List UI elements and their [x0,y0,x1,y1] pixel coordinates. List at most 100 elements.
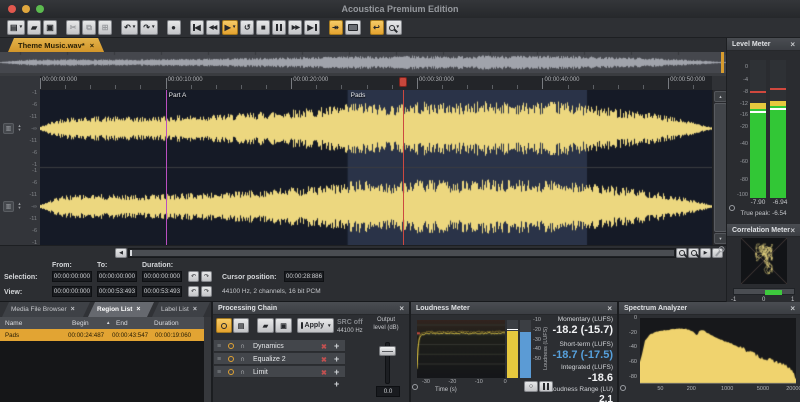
open-button[interactable]: ▰ [27,20,41,35]
overview-view-edge[interactable] [721,52,724,73]
go-to-end-button[interactable]: ▶ [304,20,319,35]
effect-name[interactable]: Dynamics [253,343,284,350]
col-duration[interactable]: Duration [154,320,179,327]
pause-button[interactable] [272,20,286,35]
go-to-start-button[interactable]: ◀ [190,20,204,35]
add-effect-button[interactable]: + [334,341,339,351]
effect-row-limit[interactable]: ≡∩Limit✖+ [214,366,345,378]
redo-button[interactable]: ↷▾ [140,20,157,35]
selection-duration-field[interactable]: 00:00:00:000 [142,271,182,282]
marker-line-part-a[interactable] [166,90,167,245]
region-list-scrollbar[interactable] [204,317,211,402]
apply-button[interactable]: Apply ▾ [297,318,334,333]
chain-save-button[interactable]: ▣ [275,318,292,333]
fast-forward-button[interactable]: ▶▶ [288,20,302,35]
add-effect-button[interactable]: + [334,354,339,364]
zoom-menu-button[interactable]: ▶ [700,248,711,258]
close-icon[interactable]: × [790,226,795,235]
add-effect-button[interactable]: + [334,379,339,389]
output-level-value[interactable]: 0.0 [376,386,400,397]
remove-effect-button[interactable]: ✖ [321,343,327,351]
cursor-position-field[interactable]: 00:00:28:886 [284,271,324,282]
col-end[interactable]: End [116,320,128,327]
selection-undo-button[interactable]: ↶ [188,271,199,282]
cut-button[interactable]: ✂ [66,20,80,35]
close-icon[interactable]: × [607,304,612,313]
record-button[interactable]: ● [167,20,181,35]
new-file-button[interactable]: ▤▾ [7,20,25,35]
editor-settings-button[interactable] [712,248,723,258]
close-icon[interactable]: × [193,306,197,313]
output-fader-thumb[interactable] [379,346,396,356]
from-header: From: [52,262,72,269]
correlation-meter-header: Correlation Meter × [727,224,800,237]
close-icon[interactable]: × [136,306,140,313]
effect-name[interactable]: Equalize 2 [253,356,286,363]
overview-strip[interactable] [0,52,727,73]
effect-name[interactable]: Limit [253,369,268,376]
channel-2-button[interactable]: ▥ [3,201,14,212]
tab-region-list[interactable]: Region List× [88,302,154,317]
waveform-editor[interactable]: Part A Pads [40,90,712,245]
effect-row-dynamics[interactable]: ≡∩Dynamics✖+ [214,340,345,352]
tab-label-list[interactable]: Label List× [152,302,210,317]
close-icon[interactable]: × [790,304,795,313]
paste-button[interactable]: ⊞ [98,20,112,35]
loop-playback-button[interactable]: ↺ [240,20,254,35]
save-button[interactable]: ▣ [43,20,57,35]
scroll-left-button[interactable]: ◀ [115,248,127,258]
view-to-field[interactable]: 00:00:53:493 [97,286,137,297]
channel-1-button[interactable]: ▥ [3,123,14,134]
zoom-tool-button[interactable]: ▾ [386,20,403,35]
add-effect-button[interactable]: + [334,367,339,377]
stop-button[interactable]: ■ [256,20,270,35]
view-duration-field[interactable]: 00:00:53:493 [142,286,182,297]
level-meter-title: Level Meter [732,41,771,48]
col-begin[interactable]: Begin [72,320,89,327]
close-icon[interactable]: × [399,304,404,313]
selection-to-field[interactable]: 00:00:00:000 [97,271,137,282]
remove-effect-button[interactable]: ✖ [321,356,327,364]
effect-power-button[interactable] [228,343,234,349]
horizontal-scroll-thumb[interactable] [130,250,674,256]
zoom-in-button[interactable] [676,248,687,258]
close-icon[interactable]: × [790,40,795,49]
effect-row-equalize-2[interactable]: ≡∩Equalize 2✖+ [214,353,345,365]
marker-label-part-a[interactable]: Part A [169,92,187,99]
chain-open-button[interactable]: ▰ [257,318,274,333]
effect-power-button[interactable] [228,369,234,375]
chain-new-button[interactable]: ▤ [233,318,249,333]
marker-label-pads[interactable]: Pads [351,92,366,99]
effect-power-button[interactable] [228,356,234,362]
tab-media-file-browser[interactable]: Media File Browser× [2,302,90,317]
spectrum-x-tick: 5000 [754,386,772,392]
monitor-button[interactable] [345,20,361,35]
view-from-field[interactable]: 00:00:00:000 [52,286,92,297]
playhead-flag[interactable] [399,77,407,87]
close-icon[interactable]: × [71,306,75,313]
horizontal-scrollbar[interactable] [128,248,676,258]
scrub-playback-button[interactable]: ↠ [329,20,343,35]
tab-theme-music[interactable]: Theme Music.wav* × [8,38,104,52]
ruler-corner [0,76,40,90]
play-button[interactable]: ▶▾ [222,20,239,35]
cursor-line[interactable] [403,90,404,245]
vertical-scrollbar[interactable]: ▲ ▼ [712,90,727,245]
chain-power-button[interactable] [216,318,232,333]
view-undo-button[interactable]: ↶ [188,286,199,297]
region-row-pads[interactable]: Pads 00:00:24:487 00:00:43:547 00:00:19:… [0,329,204,341]
remove-effect-button[interactable]: ✖ [321,369,327,377]
undo-button[interactable]: ↶▾ [121,20,138,35]
copy-button[interactable]: ⧉ [82,20,96,35]
loop-selection-button[interactable]: ↩ [370,20,384,35]
close-icon[interactable]: × [90,41,94,50]
col-name[interactable]: Name [5,320,22,327]
view-redo-button[interactable]: ↷ [201,286,212,297]
rewind-button[interactable]: ◀◀ [206,20,220,35]
file-format-text: 44100 Hz, 2 channels, 16 bit PCM [222,289,321,296]
selection-from-field[interactable]: 00:00:00:000 [52,271,92,282]
selection-redo-button[interactable]: ↷ [201,271,212,282]
db-scale-label: -11 [16,216,37,222]
timeline-ruler[interactable]: 00:00:00:00000:00:10:00000:00:20:00000:0… [40,76,712,90]
zoom-out-button[interactable] [688,248,699,258]
